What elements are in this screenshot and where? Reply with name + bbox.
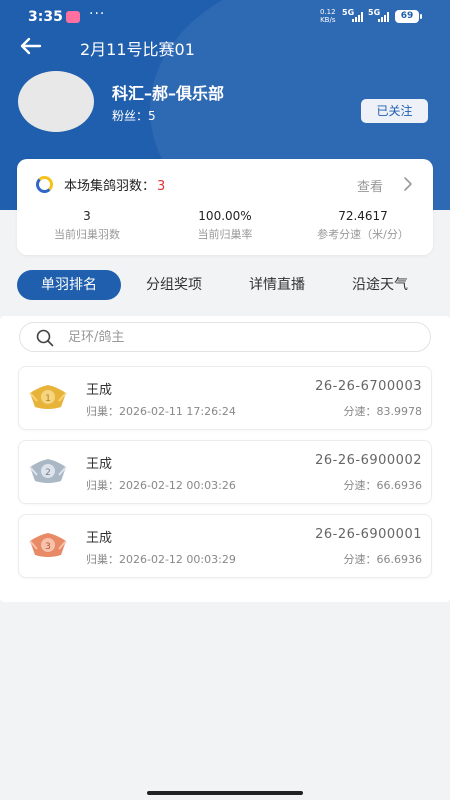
- medal-rank: 1: [45, 394, 51, 404]
- back-button[interactable]: [18, 34, 46, 58]
- owner-name: 王成: [86, 383, 113, 398]
- page-title: 2月11号比赛01: [80, 40, 195, 59]
- stat-value: 72.4617: [338, 209, 388, 223]
- network-speed-value: 0.12: [320, 8, 336, 16]
- tab-group-awards[interactable]: 分组奖项: [132, 270, 216, 300]
- ranking-panel: 1 王成 归巢：2026-02-11 17:26:24 26-26-670000…: [0, 316, 450, 602]
- owner-name: 王成: [86, 531, 113, 546]
- medal-rank: 2: [45, 468, 51, 478]
- medal-gold-icon: 1: [29, 385, 67, 409]
- home-indicator[interactable]: [147, 791, 303, 795]
- stat-label: 当前归巢羽数: [54, 228, 120, 241]
- status-bar: 3:35 ··· 0.12 KB/s 5G 5G 69: [0, 0, 450, 34]
- search-icon: [36, 329, 54, 347]
- tab-single-ranking[interactable]: 单羽排名: [17, 270, 121, 300]
- battery-icon: 69: [395, 10, 422, 23]
- stat-value: 3: [83, 209, 91, 223]
- ring-number: 26-26-6900001: [315, 527, 422, 542]
- app-notification-icon: [66, 11, 80, 23]
- stat-label: 参考分速（米/分）: [317, 228, 409, 241]
- stat-return-rate: 100.00% 当前归巢率: [155, 209, 295, 242]
- signal-bars-icon: [352, 12, 363, 22]
- ranking-row[interactable]: 2 王成 归巢：2026-02-12 00:03:26 26-26-690000…: [18, 440, 432, 504]
- ranking-row[interactable]: 3 王成 归巢：2026-02-12 00:03:29 26-26-690000…: [18, 514, 432, 578]
- medal-bronze-icon: 3: [29, 533, 67, 557]
- network-speed: 0.12 KB/s: [320, 8, 336, 24]
- speed: 分速：66.6936: [343, 479, 423, 492]
- network-speed-unit: KB/s: [320, 16, 336, 24]
- stat-reference-speed: 72.4617 参考分速（米/分）: [293, 209, 433, 242]
- follow-button[interactable]: 已关注: [361, 99, 428, 123]
- stat-value: 100.00%: [198, 209, 252, 223]
- arrival-time: 归巢：2026-02-11 17:26:24: [86, 405, 236, 418]
- tab-route-weather[interactable]: 沿途天气: [338, 270, 422, 300]
- search-input[interactable]: [68, 323, 408, 351]
- view-link[interactable]: 查看: [357, 176, 383, 195]
- back-arrow-icon: [20, 37, 42, 55]
- club-name: 科汇–郝–俱乐部: [112, 84, 225, 103]
- pigeon-count-label: 本场集鸽羽数：: [64, 179, 156, 194]
- race-stats-card: 本场集鸽羽数： 3 查看 3 当前归巢羽数 100.00% 当前归巢率 72.46…: [17, 159, 433, 255]
- speed: 分速：66.6936: [343, 553, 423, 566]
- status-time: 3:35: [28, 9, 63, 25]
- signal-bars-icon: [378, 12, 389, 22]
- ring-number: 26-26-6700003: [315, 379, 422, 394]
- arrival-time: 归巢：2026-02-12 00:03:26: [86, 479, 236, 492]
- avatar[interactable]: [18, 71, 94, 132]
- ring-logo-icon: [36, 176, 53, 193]
- speed: 分速：83.9978: [343, 405, 423, 418]
- fans-count: 粉丝：5: [112, 109, 156, 123]
- tab-live-details[interactable]: 详情直播: [235, 270, 319, 300]
- stat-returned-count: 3 当前归巢羽数: [17, 209, 157, 242]
- chevron-right-icon[interactable]: [402, 176, 414, 192]
- arrival-time: 归巢：2026-02-12 00:03:29: [86, 553, 236, 566]
- status-dots: ···: [89, 6, 106, 22]
- medal-silver-icon: 2: [29, 459, 67, 483]
- tab-bar: 单羽排名 分组奖项 详情直播 沿途天气: [0, 268, 450, 302]
- pigeon-count-value: 3: [157, 179, 166, 194]
- medal-rank: 3: [45, 542, 51, 552]
- stat-label: 当前归巢率: [197, 228, 253, 241]
- pigeon-count: 本场集鸽羽数： 3: [64, 175, 165, 194]
- ring-number: 26-26-6900002: [315, 453, 422, 468]
- search-bar[interactable]: [19, 322, 431, 352]
- ranking-row[interactable]: 1 王成 归巢：2026-02-11 17:26:24 26-26-670000…: [18, 366, 432, 430]
- owner-name: 王成: [86, 457, 113, 472]
